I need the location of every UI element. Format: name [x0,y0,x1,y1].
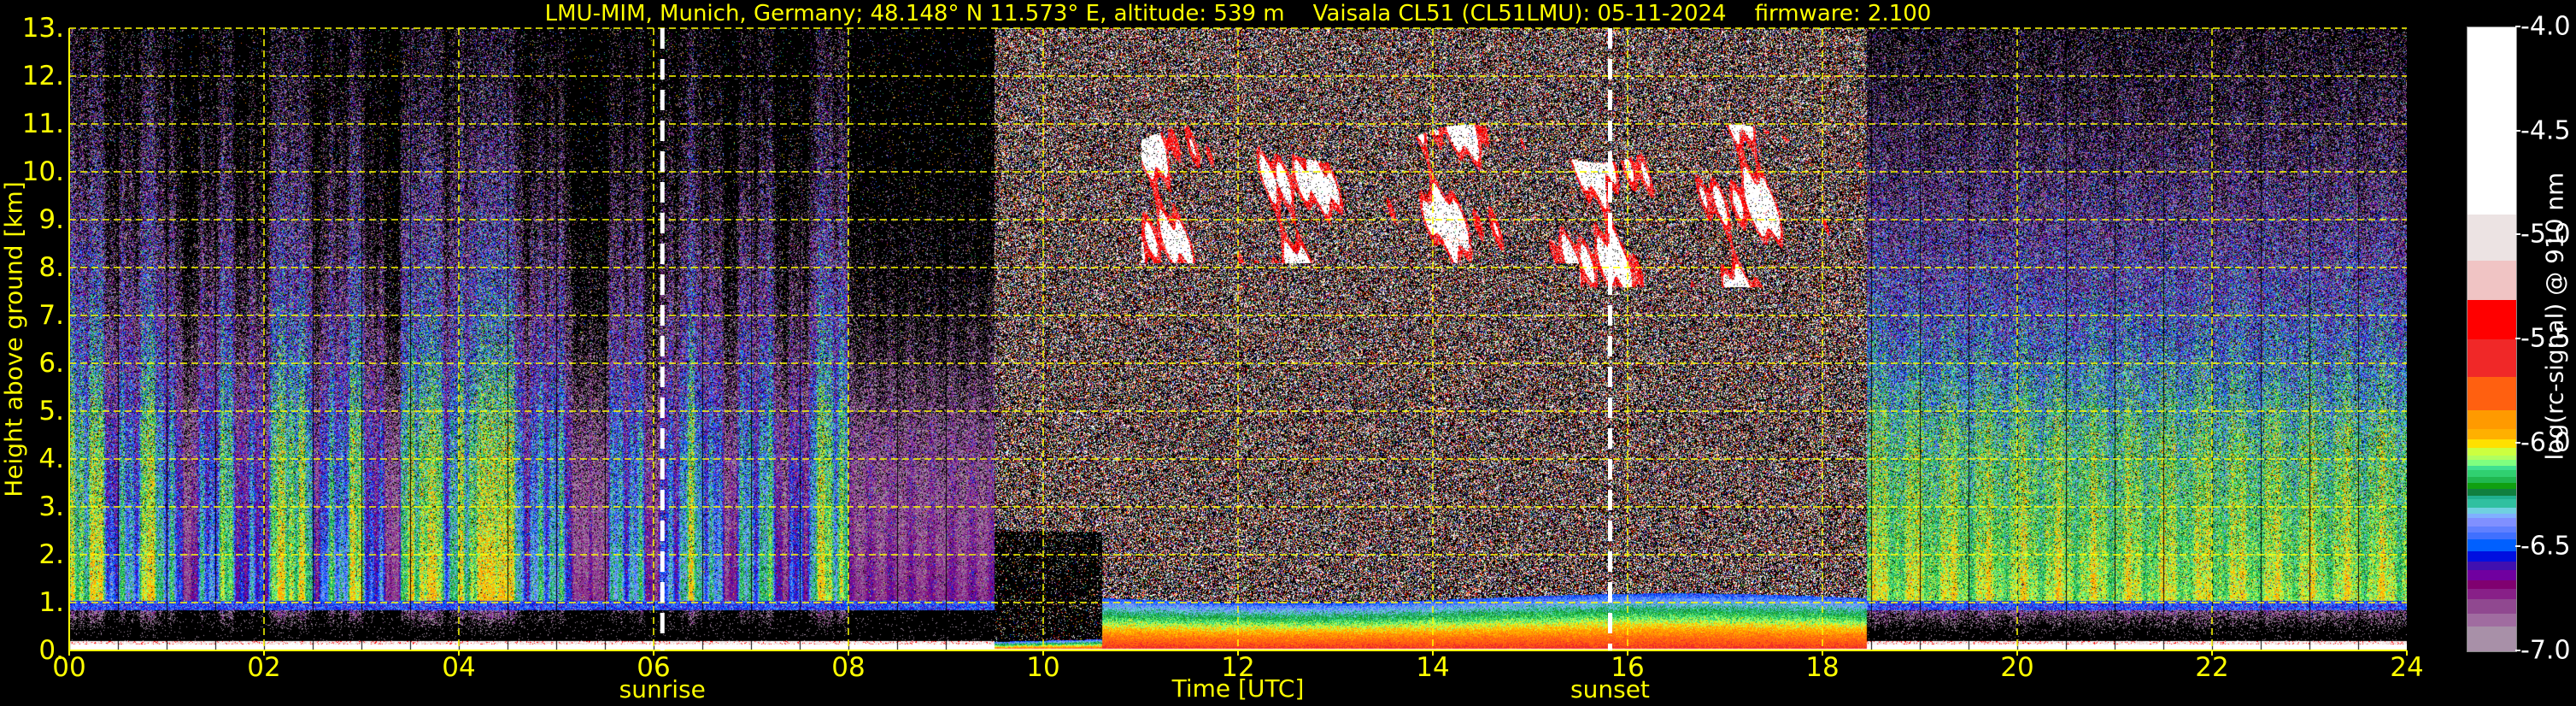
x-tick-label: 24 [2390,652,2424,683]
sunset-label: sunset [1570,675,1650,703]
colorbar-tick-label: -4.5 [2520,115,2571,146]
y-tick-label: 1. [38,587,64,618]
colorbar-bin [2467,626,2516,652]
colorbar-bin [2467,339,2516,378]
chart-title: LMU-MIM, Munich, Germany; 48.148° N 11.5… [544,1,1932,26]
colorbar-bin [2467,589,2516,600]
colorbar-bin [2467,614,2516,627]
colorbar-bin [2467,599,2516,615]
colorbar-bin [2467,409,2516,430]
colorbar-bin [2467,376,2516,411]
y-tick-label: 6. [38,348,64,379]
y-tick-label: 12. [21,61,64,91]
colorbar-bin [2467,538,2516,552]
x-tick-label: 22 [2195,652,2229,683]
x-tick-label: 04 [442,652,476,683]
x-tick-label: 12 [1221,652,1255,683]
colorbar-bin [2467,428,2516,440]
colorbar-bin [2467,27,2516,215]
x-tick-label: 18 [1805,652,1840,683]
y-tick-label: 3. [38,491,64,522]
colorbar-bin [2467,299,2516,340]
y-tick-label: 5. [38,396,64,427]
sunrise-label: sunrise [619,675,706,703]
y-tick-label: 2. [38,539,64,570]
colorbar-bin [2467,260,2516,301]
colorbar [2467,26,2517,652]
colorbar-bin [2467,551,2516,562]
x-tick-label: 08 [831,652,866,683]
colorbar-bin [2467,438,2516,449]
y-axis-label: Height above ground [km] [0,181,28,497]
x-tick-label: 14 [1416,652,1450,683]
colorbar-tick-label: -6.5 [2520,531,2571,562]
colorbar-bin [2467,570,2516,581]
x-tick-label: 10 [1026,652,1060,683]
colorbar-bin [2467,518,2516,527]
y-tick-label: 7. [38,300,64,331]
y-tick-label: 11. [21,109,64,139]
axes-overlay [68,27,2408,656]
x-tick-label: 02 [247,652,281,683]
colorbar-bin [2467,562,2516,571]
y-tick-label: 0. [38,635,64,666]
colorbar-bin [2467,215,2516,262]
colorbar-bin [2467,499,2516,509]
y-tick-label: 9. [38,204,64,235]
y-tick-label: 10. [21,156,64,187]
y-tick-label: 8. [38,252,64,283]
colorbar-bin [2467,580,2516,590]
colorbar-bin [2467,447,2516,456]
colorbar-tick-label: -7.0 [2520,635,2571,666]
x-tick-label: 20 [2000,652,2034,683]
colorbar-label: log(rc-signal) @ 910 nm [2540,172,2569,461]
colorbar-tick-label: -4.0 [2520,11,2571,42]
y-tick-label: 4. [38,444,64,474]
y-tick-label: 13. [21,13,64,44]
